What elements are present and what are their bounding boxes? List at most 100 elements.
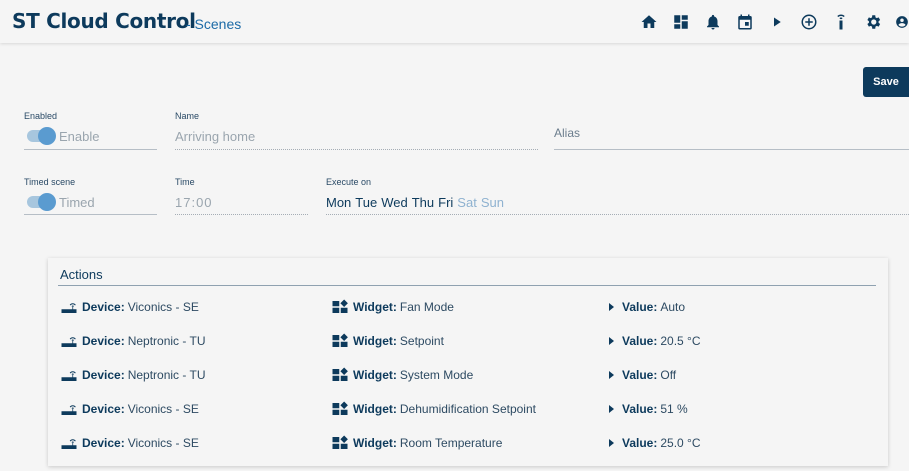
- value-label: Value:: [622, 436, 658, 450]
- save-button[interactable]: Save: [863, 67, 909, 97]
- alias-underline: [554, 149, 909, 150]
- action-row[interactable]: Device: Viconics - SE Widget: Room Temperat…: [48, 433, 888, 453]
- execute-underline: [326, 214, 909, 215]
- device-cell: Device: Viconics - SE: [60, 297, 199, 317]
- value-value: 20.5 °C: [660, 334, 701, 348]
- top-bar: ST Cloud Control - Scenes: [0, 0, 909, 43]
- device-value: Viconics - SE: [127, 402, 199, 416]
- widget-cell: Widget: Room Temperature: [331, 433, 502, 453]
- name-label: Name: [175, 111, 200, 121]
- value-label: Value:: [622, 334, 658, 348]
- value-label: Value:: [622, 300, 658, 314]
- widget-value: Dehumidification Setpoint: [399, 402, 536, 416]
- widget-cell: Widget: System Mode: [331, 365, 473, 385]
- alias-field[interactable]: Alias: [554, 126, 580, 140]
- device-cell: Device: Viconics - SE: [60, 399, 199, 419]
- day-mon[interactable]: Mon: [326, 195, 351, 210]
- value-cell: Value: Off: [609, 365, 676, 385]
- toggle-knob: [38, 127, 56, 145]
- widget-value: Setpoint: [399, 334, 444, 348]
- calendar-icon[interactable]: [735, 12, 755, 32]
- widget-icon: [332, 367, 348, 381]
- caret-right-icon: [609, 371, 614, 379]
- app-title: ST Cloud Control: [12, 9, 196, 33]
- actions-card: Actions Device: Viconics - SE Widget: Fan M…: [48, 258, 888, 466]
- value-cell: Value: 25.0 °C: [609, 433, 701, 453]
- widget-icon: [332, 333, 348, 347]
- router-icon: [61, 303, 77, 313]
- home-icon[interactable]: [639, 12, 659, 32]
- device-value: Viconics - SE: [127, 436, 199, 450]
- widget-value: Room Temperature: [399, 436, 503, 450]
- widget-icon: [332, 401, 348, 415]
- widget-cell: Widget: Fan Mode: [331, 297, 454, 317]
- name-field[interactable]: Arriving home: [175, 129, 255, 144]
- toggle-knob: [38, 193, 56, 211]
- enabled-toggle-label: Enable: [59, 129, 100, 144]
- device-label: Device:: [82, 402, 125, 416]
- device-cell: Device: Neptronic - TU: [60, 365, 206, 385]
- value-value: Off: [660, 368, 677, 382]
- caret-right-icon: [609, 405, 614, 413]
- device-label: Device:: [82, 334, 125, 348]
- day-thu[interactable]: Thu: [412, 195, 434, 210]
- account-icon[interactable]: [895, 12, 909, 32]
- day-sun[interactable]: Sun: [481, 195, 504, 210]
- main-nav: [627, 12, 909, 32]
- widget-icon: [332, 299, 348, 313]
- caret-right-icon: [609, 303, 614, 311]
- widget-label: Widget:: [353, 334, 397, 348]
- play-icon[interactable]: [767, 12, 787, 32]
- day-fri[interactable]: Fri: [438, 195, 453, 210]
- device-value: Neptronic - TU: [127, 334, 206, 348]
- action-row[interactable]: Device: Viconics - SE Widget: Fan Mode Value…: [48, 297, 888, 317]
- time-underline: [175, 214, 308, 215]
- device-cell: Device: Neptronic - TU: [60, 331, 206, 351]
- day-sat[interactable]: Sat: [457, 195, 477, 210]
- day-tue[interactable]: Tue: [355, 195, 377, 210]
- router-icon: [61, 337, 77, 347]
- widget-value: System Mode: [399, 368, 474, 382]
- caret-right-icon: [609, 439, 614, 447]
- value-label: Value:: [622, 402, 658, 416]
- enabled-toggle[interactable]: [27, 127, 56, 145]
- page-title: - Scenes: [186, 16, 242, 32]
- device-label: Device:: [82, 300, 125, 314]
- widget-label: Widget:: [353, 300, 397, 314]
- add-circle-icon[interactable]: [799, 12, 819, 32]
- router-icon: [61, 405, 77, 415]
- settings-icon[interactable]: [863, 12, 883, 32]
- remote-icon[interactable]: [831, 12, 851, 32]
- execute-label: Execute on: [326, 177, 372, 187]
- day-selector: Mon Tue Wed Thu Fri Sat Sun: [326, 195, 508, 210]
- actions-title: Actions: [60, 267, 103, 282]
- widget-cell: Widget: Dehumidification Setpoint: [331, 399, 536, 419]
- action-row[interactable]: Device: Neptronic - TU Widget: System Mode V…: [48, 365, 888, 385]
- value-label: Value:: [622, 368, 658, 382]
- enabled-underline: [24, 149, 157, 150]
- dashboard-icon[interactable]: [671, 12, 691, 32]
- action-row[interactable]: Device: Neptronic - TU Widget: Setpoint Valu…: [48, 331, 888, 351]
- value-value: Auto: [660, 300, 686, 314]
- router-icon: [61, 371, 77, 381]
- device-value: Viconics - SE: [127, 300, 199, 314]
- value-cell: Value: 20.5 °C: [609, 331, 701, 351]
- bell-icon[interactable]: [703, 12, 723, 32]
- time-field[interactable]: 17:00: [175, 195, 213, 210]
- widget-label: Widget:: [353, 402, 397, 416]
- timed-toggle[interactable]: [27, 193, 56, 211]
- timed-underline: [24, 214, 157, 215]
- device-label: Device:: [82, 436, 125, 450]
- device-label: Device:: [82, 368, 125, 382]
- enabled-label: Enabled: [24, 111, 58, 121]
- action-row[interactable]: Device: Viconics - SE Widget: Dehumidificat…: [48, 399, 888, 419]
- widget-cell: Widget: Setpoint: [331, 331, 444, 351]
- device-value: Neptronic - TU: [127, 368, 206, 382]
- name-underline: [175, 149, 538, 150]
- day-wed[interactable]: Wed: [381, 195, 408, 210]
- widget-value: Fan Mode: [399, 300, 454, 314]
- device-cell: Device: Viconics - SE: [60, 433, 199, 453]
- value-value: 25.0 °C: [660, 436, 701, 450]
- widget-label: Widget:: [353, 368, 397, 382]
- time-label: Time: [175, 177, 195, 187]
